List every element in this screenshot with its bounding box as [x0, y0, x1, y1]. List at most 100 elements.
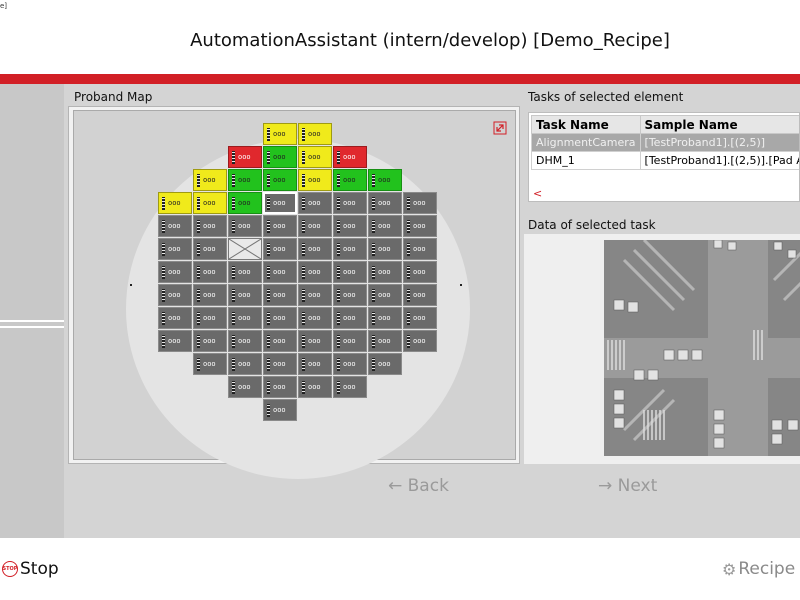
die-8-1[interactable]: ooo	[193, 307, 227, 329]
die-2-4[interactable]: ooo	[298, 169, 332, 191]
die-pad-marks	[302, 381, 305, 394]
die-1-5[interactable]: ooo	[333, 146, 367, 168]
die-5-0[interactable]: ooo	[158, 238, 192, 260]
die-8-6[interactable]: ooo	[368, 307, 402, 329]
die-pads: ooo	[238, 176, 251, 184]
die-9-1[interactable]: ooo	[193, 330, 227, 352]
wafer-map[interactable]: ooo ooo ooo ooo ooo ooo ooo ooo ooo ooo ooo ooo ooo o…	[73, 110, 516, 479]
die-1-4[interactable]: ooo	[298, 146, 332, 168]
die-9-0[interactable]: ooo	[158, 330, 192, 352]
column-header-task-name[interactable]: Task Name	[531, 115, 641, 134]
die-8-5[interactable]: ooo	[333, 307, 367, 329]
die-0-4[interactable]: ooo	[298, 123, 332, 145]
stop-button[interactable]: STOP Stop	[2, 558, 59, 580]
die-1-2[interactable]: ooo	[228, 146, 262, 168]
die-7-6[interactable]: ooo	[368, 284, 402, 306]
die-11-5[interactable]: ooo	[333, 376, 367, 398]
die-5-4[interactable]: ooo	[298, 238, 332, 260]
die-5-7[interactable]: ooo	[403, 238, 437, 260]
die-pads: ooo	[203, 199, 216, 207]
die-pads: ooo	[203, 291, 216, 299]
die-6-3[interactable]: ooo	[263, 261, 297, 283]
die-7-5[interactable]: ooo	[333, 284, 367, 306]
die-10-5[interactable]: ooo	[333, 353, 367, 375]
die-10-6[interactable]: ooo	[368, 353, 402, 375]
left-strip	[0, 84, 64, 538]
die-pad-marks	[302, 151, 305, 164]
die-4-7[interactable]: ooo	[403, 215, 437, 237]
die-4-5[interactable]: ooo	[333, 215, 367, 237]
die-10-1[interactable]: ooo	[193, 353, 227, 375]
die-4-2[interactable]: ooo	[228, 215, 262, 237]
die-3-0[interactable]: ooo	[158, 192, 192, 214]
die-5-2[interactable]	[228, 238, 262, 260]
die-11-3[interactable]: ooo	[263, 376, 297, 398]
die-4-1[interactable]: ooo	[193, 215, 227, 237]
die-9-5[interactable]: ooo	[333, 330, 367, 352]
die-7-3[interactable]: ooo	[263, 284, 297, 306]
die-3-7[interactable]: ooo	[403, 192, 437, 214]
die-8-0[interactable]: ooo	[158, 307, 192, 329]
die-6-4[interactable]: ooo	[298, 261, 332, 283]
die-3-4[interactable]: ooo	[298, 192, 332, 214]
die-2-2[interactable]: ooo	[228, 169, 262, 191]
die-7-4[interactable]: ooo	[298, 284, 332, 306]
recipe-button[interactable]: ⚙ Recipe	[722, 558, 795, 580]
chevron-left-icon[interactable]: <	[533, 187, 542, 200]
die-6-2[interactable]: ooo	[228, 261, 262, 283]
die-6-5[interactable]: ooo	[333, 261, 367, 283]
die-7-0[interactable]: ooo	[158, 284, 192, 306]
die-8-3[interactable]: ooo	[263, 307, 297, 329]
die-9-2[interactable]: ooo	[228, 330, 262, 352]
die-3-2[interactable]: ooo	[228, 192, 262, 214]
die-4-3[interactable]: ooo	[263, 215, 297, 237]
die-7-2[interactable]: ooo	[228, 284, 262, 306]
die-10-3[interactable]: ooo	[263, 353, 297, 375]
die-7-7[interactable]: ooo	[403, 284, 437, 306]
die-11-2[interactable]: ooo	[228, 376, 262, 398]
die-2-5[interactable]: ooo	[333, 169, 367, 191]
die-4-6[interactable]: ooo	[368, 215, 402, 237]
die-8-7[interactable]: ooo	[403, 307, 437, 329]
die-6-0[interactable]: ooo	[158, 261, 192, 283]
die-6-7[interactable]: ooo	[403, 261, 437, 283]
die-pad-marks	[197, 243, 200, 256]
die-8-4[interactable]: ooo	[298, 307, 332, 329]
die-7-1[interactable]: ooo	[193, 284, 227, 306]
die-2-1[interactable]: ooo	[193, 169, 227, 191]
die-4-0[interactable]: ooo	[158, 215, 192, 237]
table-row[interactable]: DHM_1 [TestProband1].[(2,5)].[Pad A]	[531, 151, 799, 170]
table-row[interactable]: AlignmentCamera [TestProband1].[(2,5)]	[531, 133, 799, 152]
die-9-6[interactable]: ooo	[368, 330, 402, 352]
die-10-2[interactable]: ooo	[228, 353, 262, 375]
die-5-3[interactable]: ooo	[263, 238, 297, 260]
die-5-5[interactable]: ooo	[333, 238, 367, 260]
die-8-2[interactable]: ooo	[228, 307, 262, 329]
die-0-3[interactable]: ooo	[263, 123, 297, 145]
die-4-4[interactable]: ooo	[298, 215, 332, 237]
die-2-3[interactable]: ooo	[263, 169, 297, 191]
die-11-4[interactable]: ooo	[298, 376, 332, 398]
die-6-1[interactable]: ooo	[193, 261, 227, 283]
die-3-1[interactable]: ooo	[193, 192, 227, 214]
die-9-4[interactable]: ooo	[298, 330, 332, 352]
die-1-3[interactable]: ooo	[263, 146, 297, 168]
die-pad-marks	[302, 174, 305, 187]
die-9-3[interactable]: ooo	[263, 330, 297, 352]
die-12-3[interactable]: ooo	[263, 399, 297, 421]
die-5-6[interactable]: ooo	[368, 238, 402, 260]
die-3-5[interactable]: ooo	[333, 192, 367, 214]
die-3-6[interactable]: ooo	[368, 192, 402, 214]
next-button[interactable]: → Next	[598, 476, 657, 496]
die-2-6[interactable]: ooo	[368, 169, 402, 191]
column-header-sample-name[interactable]: Sample Name	[639, 115, 799, 134]
back-button[interactable]: ← Back	[388, 476, 449, 496]
die-3-3[interactable]: ooo	[263, 192, 297, 214]
die-pads: ooo	[238, 383, 251, 391]
die-5-1[interactable]: ooo	[193, 238, 227, 260]
die-9-7[interactable]: ooo	[403, 330, 437, 352]
expand-icon[interactable]	[493, 121, 507, 135]
die-6-6[interactable]: ooo	[368, 261, 402, 283]
die-10-4[interactable]: ooo	[298, 353, 332, 375]
die-pads: ooo	[343, 291, 356, 299]
